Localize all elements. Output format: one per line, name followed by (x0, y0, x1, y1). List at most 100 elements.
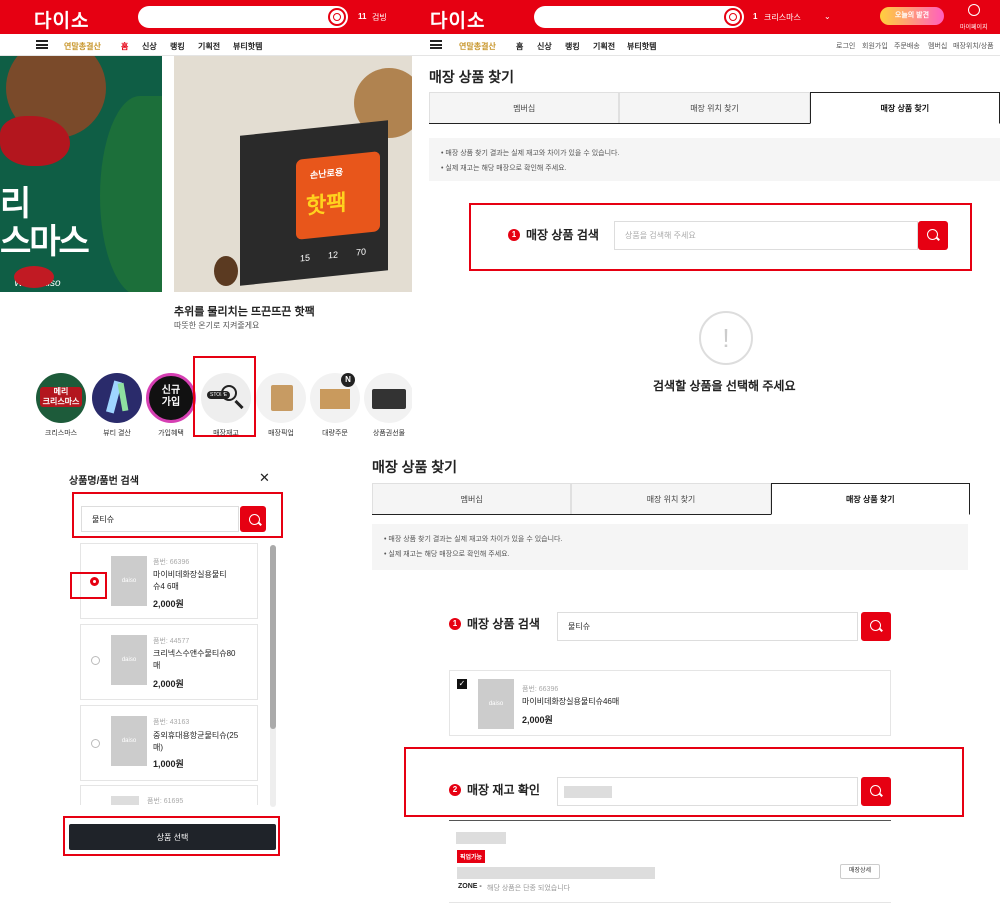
selected-product-card[interactable]: ✓ daiso 품번: 66396 마이비데화장실용물티슈46매 2,000원 (449, 670, 891, 736)
empty-state-icon: ! (699, 311, 753, 365)
search-bar[interactable] (534, 6, 744, 28)
notice-line: • 실제 재고는 해당 매장으로 확인해 주세요. (441, 165, 567, 172)
modal-search-input[interactable]: 물티슈 (81, 506, 239, 532)
modal-search-button[interactable] (240, 506, 266, 532)
util-login[interactable]: 로그인 (836, 41, 855, 51)
menu-icon[interactable] (430, 40, 442, 49)
product-list[interactable]: daiso 품번: 66396 마이비데화장실용물티슈4 6매 2,000원 d… (80, 543, 280, 805)
product-radio[interactable] (91, 739, 100, 748)
banner-caption-title: 추위를 물리치는 뜨끈뜨끈 핫팩 (174, 306, 315, 318)
tab-store-product[interactable]: 매장 상품 찾기 (770, 483, 970, 515)
mypage-label[interactable]: 마이페이지 (960, 22, 988, 31)
box-num-1: 15 (300, 252, 311, 264)
nav-item-home[interactable]: 홈 (121, 41, 128, 52)
nav-item-events[interactable]: 기획전 (593, 41, 615, 52)
box-num-2: 12 (328, 249, 339, 261)
product-search-input[interactable]: 물티슈 (557, 612, 858, 641)
quick-christmas-icon[interactable]: 메리 크리스마스 (36, 373, 86, 423)
nav-item-ranking[interactable]: 랭킹 (170, 41, 185, 52)
product-name: 마이비데화장실용물티슈46매 (522, 697, 620, 706)
notice-box: • 매장 상품 찾기 결과는 실제 재고와 차이가 있을 수 있습니다. • 실… (372, 524, 968, 570)
user-icon[interactable] (968, 4, 980, 16)
zone-label: ZONE - (458, 883, 482, 890)
tab-membership[interactable]: 멤버십 (372, 483, 572, 514)
store-search-button[interactable] (861, 777, 891, 806)
cart-label[interactable]: 검빙 (372, 12, 387, 23)
box-num-3: 70 (356, 246, 367, 258)
quick-giftcard-icon[interactable] (364, 373, 412, 423)
notice-line: • 실제 재고는 해당 매장으로 확인해 주세요. (384, 551, 510, 558)
nav-item-ranking[interactable]: 랭킹 (565, 41, 580, 52)
product-search-input[interactable]: 상품을 검색해 주세요 (614, 221, 918, 250)
cart-count[interactable]: 1 (753, 12, 757, 21)
nav-item-year-end[interactable]: 연말총결산 (64, 41, 101, 52)
modal-title: 상품명/품번 검색 (69, 476, 139, 487)
product-search-modal: 상품명/품번 검색 ✕ 물티슈 daiso 품번: 66396 마이비데화장실용… (0, 455, 412, 910)
tab-store-location[interactable]: 매장 위치 찾기 (619, 92, 810, 123)
store-search-input[interactable] (557, 777, 858, 806)
menu-icon[interactable] (36, 40, 48, 49)
daiso-logo[interactable]: 다이소 (430, 6, 485, 33)
quick-signup-icon[interactable]: 신규 가입 (146, 373, 196, 423)
list-scrollbar[interactable] (270, 545, 276, 807)
nav-item-year-end[interactable]: 연말총결산 (459, 41, 496, 52)
list-item[interactable]: daiso 품번: 43163 중외휴대용항균물티슈(25 매) 1,000원 (80, 705, 258, 781)
select-product-button[interactable]: 상품 선택 (69, 824, 276, 850)
nav-item-events[interactable]: 기획전 (198, 41, 220, 52)
nav-item-new[interactable]: 신상 (537, 41, 552, 52)
quick-store-stock-label: 매장재고 (213, 430, 239, 437)
product-search-button[interactable] (861, 612, 891, 641)
pickup-badge: 픽업가능 (457, 850, 486, 863)
hotpack-banner[interactable]: 손난로용 핫팩 15 12 70 (174, 56, 412, 292)
nav-item-home[interactable]: 홈 (516, 41, 523, 52)
daiso-logo[interactable]: 다이소 (34, 6, 89, 33)
nav-item-new[interactable]: 신상 (142, 41, 157, 52)
product-checkbox[interactable]: ✓ (457, 679, 467, 689)
page-title: 매장 상품 찾기 (372, 459, 458, 475)
page-title: 매장 상품 찾기 (429, 69, 515, 85)
search-icon[interactable] (724, 8, 742, 26)
tab-membership[interactable]: 멤버십 (429, 92, 620, 123)
cart-count[interactable]: 11 (358, 12, 366, 21)
step1-label: 1 매장 상품 검색 (508, 226, 599, 243)
cart-label[interactable]: 크리스마스 (764, 12, 801, 23)
step-number: 1 (449, 617, 461, 630)
quick-signup-inner: 신규 가입 (161, 385, 181, 408)
util-store-location[interactable]: 매장위치/상품 (953, 41, 994, 51)
scrollbar-thumb[interactable] (270, 545, 276, 729)
product-code: 품번: 66396 (522, 686, 559, 693)
hotpack-box: 손난로용 핫팩 15 12 70 (240, 120, 388, 286)
list-item[interactable]: daiso 품번: 44577 크리넥스수앤수물티슈80 매 2,000원 (80, 624, 258, 700)
nav-item-beauty[interactable]: 뷰티핫템 (233, 41, 262, 52)
product-search-button[interactable] (918, 221, 948, 250)
step1-label: 1 매장 상품 검색 (449, 615, 540, 632)
store-input-placeholder-bar (564, 786, 612, 798)
search-icon[interactable] (328, 8, 346, 26)
nav-item-beauty[interactable]: 뷰티핫템 (627, 41, 656, 52)
christmas-banner[interactable]: 리 스마스 With daiso (0, 56, 162, 292)
product-code: 품번: 44577 (153, 638, 190, 645)
search-bar[interactable] (138, 6, 348, 28)
close-icon[interactable]: ✕ (259, 470, 270, 486)
util-signup[interactable]: 회원가입 (862, 41, 888, 51)
tab-store-location[interactable]: 매장 위치 찾기 (571, 483, 771, 514)
highlight-store-stock (193, 356, 256, 437)
util-membership[interactable]: 멤버십 (928, 41, 947, 51)
quick-christmas-label: 크리스마스 (44, 430, 78, 437)
product-name: 중외휴대용항균물티슈(25 매) (153, 731, 239, 752)
promo-badge[interactable]: 오늘의 발견 (880, 7, 944, 25)
tab-store-product[interactable]: 매장 상품 찾기 (809, 92, 1000, 124)
product-thumbnail: daiso (111, 556, 147, 606)
list-item[interactable]: 품번: 61695 (80, 785, 258, 805)
tab-bar: 멤버십 매장 위치 찾기 매장 상품 찾기 (372, 483, 970, 515)
product-price: 2,000원 (153, 599, 184, 609)
quick-signup-label: 가입혜택 (158, 430, 184, 437)
util-orders[interactable]: 주문배송 (894, 41, 920, 51)
quick-pickup-icon[interactable] (256, 373, 306, 423)
store-detail-button[interactable]: 매장상세 (840, 864, 880, 879)
christmas-tree-decor (100, 96, 162, 292)
quick-beauty-icon[interactable] (92, 373, 142, 423)
product-radio[interactable] (91, 656, 100, 665)
chevron-down-icon[interactable]: ⌄ (824, 12, 831, 21)
list-divider (449, 902, 891, 903)
